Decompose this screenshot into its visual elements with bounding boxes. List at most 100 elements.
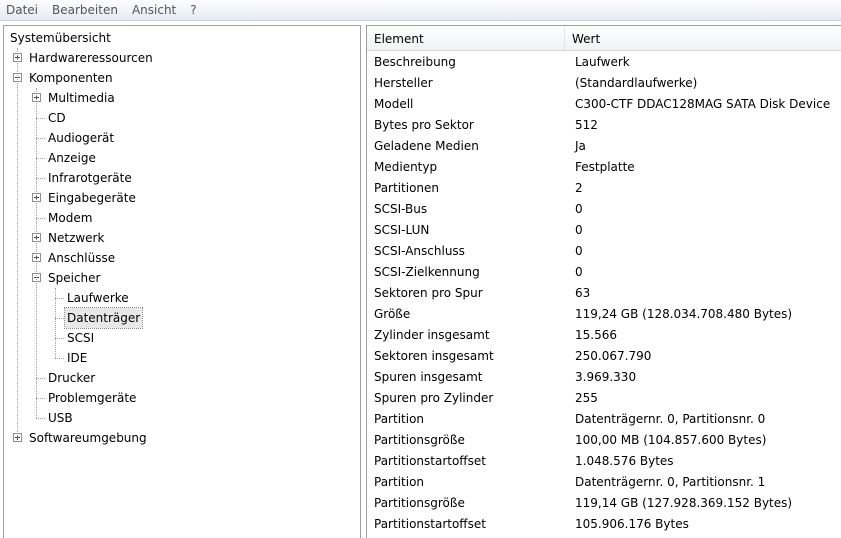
table-row[interactable]: Partition Datenträgernr. 0, Partitionsnr.… bbox=[367, 409, 841, 430]
table-row[interactable]: Modell C300-CTF DDAC128MAG SATA Disk Devi… bbox=[367, 94, 841, 115]
details-list: Element Wert Beschreibung Laufwerk Herstel… bbox=[366, 25, 841, 538]
tree-item[interactable]: Systemübersicht bbox=[4, 28, 360, 48]
element-cell: Größe bbox=[374, 307, 411, 321]
element-cell: SCSI-LUN bbox=[374, 223, 430, 237]
value-cell: 0 bbox=[575, 202, 583, 216]
value-cell: Festplatte bbox=[575, 160, 635, 174]
element-cell: Modell bbox=[374, 97, 414, 111]
tree-item-label: Multimedia bbox=[48, 91, 115, 105]
table-row[interactable]: Partitionen 2 bbox=[367, 178, 841, 199]
value-cell: 0 bbox=[575, 223, 583, 237]
tree-item-label: Datenträger bbox=[63, 307, 144, 329]
value-cell: Datenträgernr. 0, Partitionsnr. 0 bbox=[575, 412, 766, 426]
table-row[interactable]: Sektoren insgesamt 250.067.790 bbox=[367, 346, 841, 367]
tree-item[interactable]: CD bbox=[4, 108, 360, 128]
tree-connector bbox=[36, 398, 45, 399]
tree-item-label: Drucker bbox=[48, 371, 96, 385]
table-row[interactable]: Partitionsgröße 119,14 GB (127.928.369.15… bbox=[367, 493, 841, 514]
table-row[interactable]: SCSI-LUN 0 bbox=[367, 220, 841, 241]
tree-item[interactable]: Laufwerke bbox=[4, 288, 360, 308]
tree-connector bbox=[55, 288, 56, 358]
column-header-value[interactable]: Wert bbox=[565, 26, 841, 50]
element-cell: Partition bbox=[374, 412, 425, 426]
tree-item[interactable]: IDE bbox=[4, 348, 360, 368]
tree-item-label: Audiogerät bbox=[48, 131, 115, 145]
tree-item-label: IDE bbox=[67, 351, 88, 365]
value-cell: 0 bbox=[575, 265, 583, 279]
tree-item[interactable]: Speicher bbox=[4, 268, 360, 288]
element-cell: Partitionen bbox=[374, 181, 439, 195]
value-cell: 1.048.576 Bytes bbox=[575, 454, 674, 468]
element-cell: Spuren pro Zylinder bbox=[374, 391, 494, 405]
value-cell: 119,24 GB (128.034.708.480 Bytes) bbox=[575, 307, 793, 321]
menu-item[interactable]: Ansicht bbox=[125, 0, 183, 20]
tree-item[interactable]: USB bbox=[4, 408, 360, 428]
tree-item[interactable]: Problemgeräte bbox=[4, 388, 360, 408]
tree-item-label: Systemübersicht bbox=[10, 31, 111, 45]
table-row[interactable]: Spuren pro Zylinder 255 bbox=[367, 388, 841, 409]
tree-connector bbox=[36, 88, 37, 418]
table-row[interactable]: Größe 119,24 GB (128.034.708.480 Bytes) bbox=[367, 304, 841, 325]
tree-connector bbox=[36, 158, 45, 159]
element-cell: Partitionstartoffset bbox=[374, 517, 486, 531]
element-cell: Medientyp bbox=[374, 160, 438, 174]
tree-connector bbox=[36, 178, 45, 179]
table-row[interactable]: Partitionstartoffset 105.906.176 Bytes bbox=[367, 514, 841, 535]
system-tree: Systemübersicht Hardwareressourcen Kompone… bbox=[3, 25, 361, 538]
tree-item[interactable]: Multimedia bbox=[4, 88, 360, 108]
value-cell: 512 bbox=[575, 118, 598, 132]
tree-item[interactable]: Netzwerk bbox=[4, 228, 360, 248]
table-row[interactable]: Sektoren pro Spur 63 bbox=[367, 283, 841, 304]
tree-item-label: Infrarotgeräte bbox=[48, 171, 132, 185]
tree-item[interactable]: Eingabegeräte bbox=[4, 188, 360, 208]
tree-item-label: Eingabegeräte bbox=[48, 191, 136, 205]
tree-connector bbox=[55, 358, 64, 359]
tree-item-label: Modem bbox=[48, 211, 93, 225]
table-row[interactable]: Hersteller (Standardlaufwerke) bbox=[367, 73, 841, 94]
menu-item[interactable]: ? bbox=[183, 0, 203, 20]
table-row[interactable]: SCSI-Zielkennung 0 bbox=[367, 262, 841, 283]
tree-item[interactable]: Audiogerät bbox=[4, 128, 360, 148]
value-cell: 3.969.330 bbox=[575, 370, 637, 384]
tree-connector bbox=[55, 298, 64, 299]
tree-item-label: USB bbox=[48, 411, 73, 425]
tree-item[interactable]: Komponenten bbox=[4, 68, 360, 88]
value-cell: 100,00 MB (104.857.600 Bytes) bbox=[575, 433, 767, 447]
table-row[interactable]: Geladene Medien Ja bbox=[367, 136, 841, 157]
tree-item-label: Netzwerk bbox=[48, 231, 105, 245]
table-row[interactable]: Partition Datenträgernr. 0, Partitionsnr.… bbox=[367, 472, 841, 493]
tree-item-label: CD bbox=[48, 111, 66, 125]
tree-item[interactable]: Hardwareressourcen bbox=[4, 48, 360, 68]
table-row[interactable]: Bytes pro Sektor 512 bbox=[367, 115, 841, 136]
tree-item[interactable]: Anzeige bbox=[4, 148, 360, 168]
element-cell: Partitionsgröße bbox=[374, 496, 465, 510]
tree-item[interactable]: SCSI bbox=[4, 328, 360, 348]
table-row[interactable]: SCSI-Bus 0 bbox=[367, 199, 841, 220]
tree-connector bbox=[36, 378, 45, 379]
tree-item[interactable]: Anschlüsse bbox=[4, 248, 360, 268]
tree-item[interactable]: Infrarotgeräte bbox=[4, 168, 360, 188]
table-row[interactable]: Zylinder insgesamt 15.566 bbox=[367, 325, 841, 346]
table-row[interactable]: Partitionsgröße 100,00 MB (104.857.600 By… bbox=[367, 430, 841, 451]
value-cell: 2 bbox=[575, 181, 583, 195]
menu-item[interactable]: Bearbeiten bbox=[45, 0, 125, 20]
element-cell: Spuren insgesamt bbox=[374, 370, 483, 384]
tree-item[interactable]: Modem bbox=[4, 208, 360, 228]
tree-connector bbox=[55, 338, 64, 339]
tree-item[interactable]: Drucker bbox=[4, 368, 360, 388]
tree-item[interactable]: Softwareumgebung bbox=[4, 428, 360, 448]
value-cell: 105.906.176 Bytes bbox=[575, 517, 689, 531]
table-row[interactable]: Partitionstartoffset 1.048.576 Bytes bbox=[367, 451, 841, 472]
table-row[interactable]: SCSI-Anschluss 0 bbox=[367, 241, 841, 262]
menu-item[interactable]: Datei bbox=[0, 0, 45, 20]
element-cell: Geladene Medien bbox=[374, 139, 479, 153]
tree-item[interactable]: Datenträger bbox=[4, 307, 360, 329]
tree-item-label: SCSI bbox=[67, 331, 95, 345]
tree-item-label: Laufwerke bbox=[67, 291, 129, 305]
element-cell: SCSI-Zielkennung bbox=[374, 265, 480, 279]
table-row[interactable]: Medientyp Festplatte bbox=[367, 157, 841, 178]
table-row[interactable]: Spuren insgesamt 3.969.330 bbox=[367, 367, 841, 388]
table-row[interactable]: Beschreibung Laufwerk bbox=[367, 52, 841, 73]
column-header-element[interactable]: Element bbox=[367, 26, 565, 50]
value-cell: (Standardlaufwerke) bbox=[575, 76, 698, 90]
